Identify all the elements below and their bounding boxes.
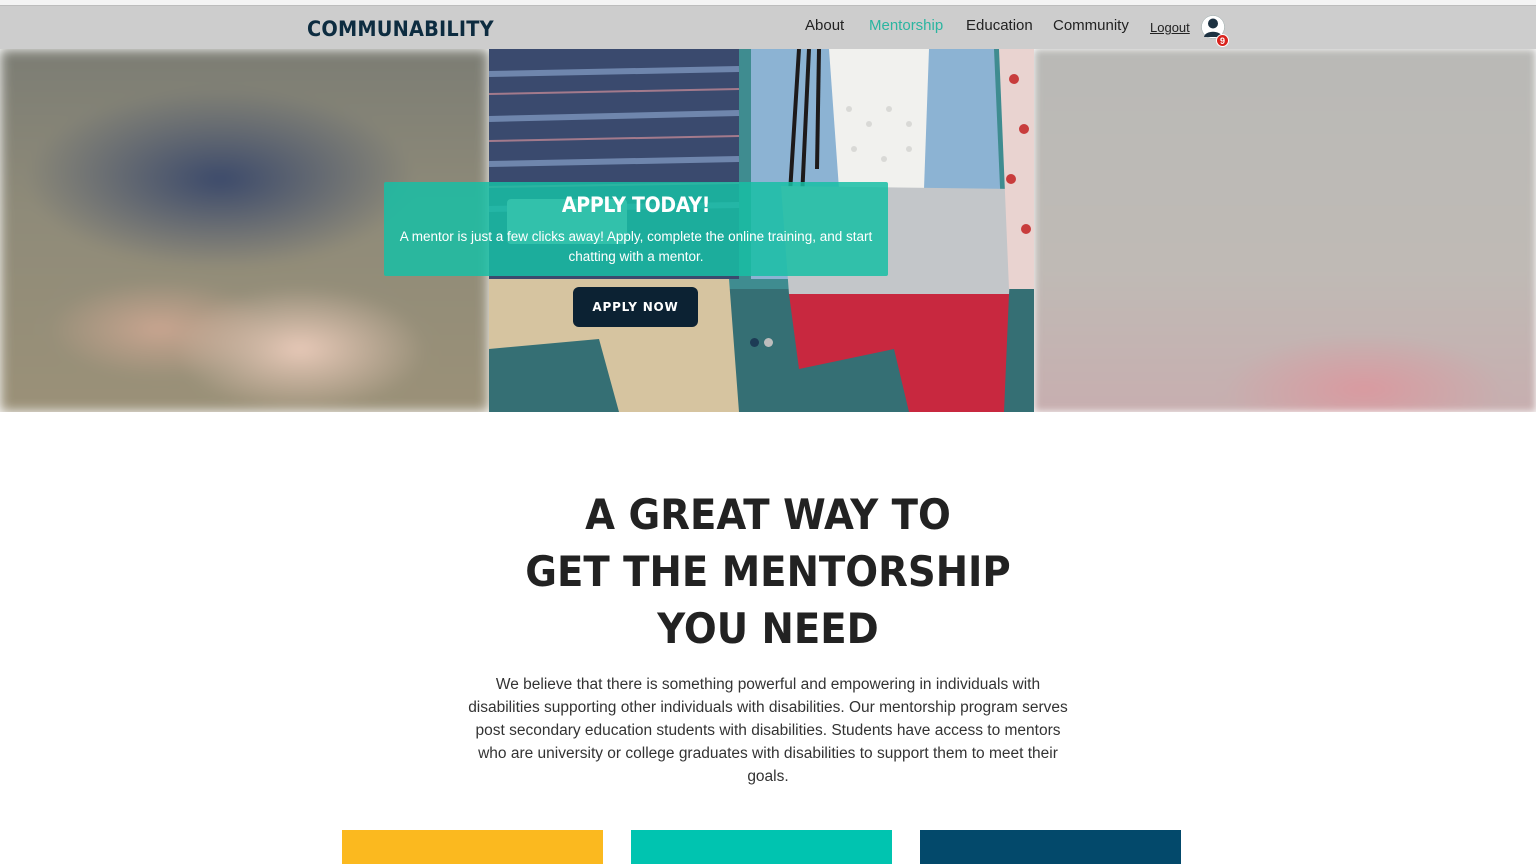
intro-heading-line-2: GET THE MENTORSHIP xyxy=(525,547,1011,596)
top-navbar: COMMUNABILITY About Mentorship Education… xyxy=(0,6,1536,49)
feature-card-navy[interactable] xyxy=(920,830,1181,864)
logout-link[interactable]: Logout xyxy=(1150,20,1190,35)
brand-logo[interactable]: COMMUNABILITY xyxy=(307,17,494,41)
hero-caption-text: A mentor is just a few clicks away! Appl… xyxy=(399,229,873,264)
intro-heading-line-1: A GREAT WAY TO xyxy=(585,490,951,539)
hero-background-right xyxy=(1034,49,1536,412)
carousel-dot-2[interactable] xyxy=(764,338,773,347)
hero-caption-title: APPLY TODAY! xyxy=(561,193,711,217)
carousel-dot-1[interactable] xyxy=(750,338,759,347)
notification-badge: 9 xyxy=(1216,34,1229,47)
nav-link-about[interactable]: About xyxy=(805,17,844,34)
nav-link-community[interactable]: Community xyxy=(1053,17,1129,34)
nav-link-mentorship[interactable]: Mentorship xyxy=(869,17,943,34)
nav-link-education[interactable]: Education xyxy=(966,17,1033,34)
hero-caption-panel: APPLY TODAY! A mentor is just a few clic… xyxy=(384,182,888,276)
feature-card-teal[interactable] xyxy=(631,830,892,864)
apply-now-button[interactable]: APPLY NOW xyxy=(573,287,698,327)
intro-paragraph: We believe that there is something power… xyxy=(468,676,1068,785)
intro-heading-line-3: YOU NEED xyxy=(657,604,879,653)
intro-heading: A GREAT WAY TO GET THE MENTORSHIP YOU NE… xyxy=(368,486,1168,657)
feature-card-yellow[interactable] xyxy=(342,830,603,864)
